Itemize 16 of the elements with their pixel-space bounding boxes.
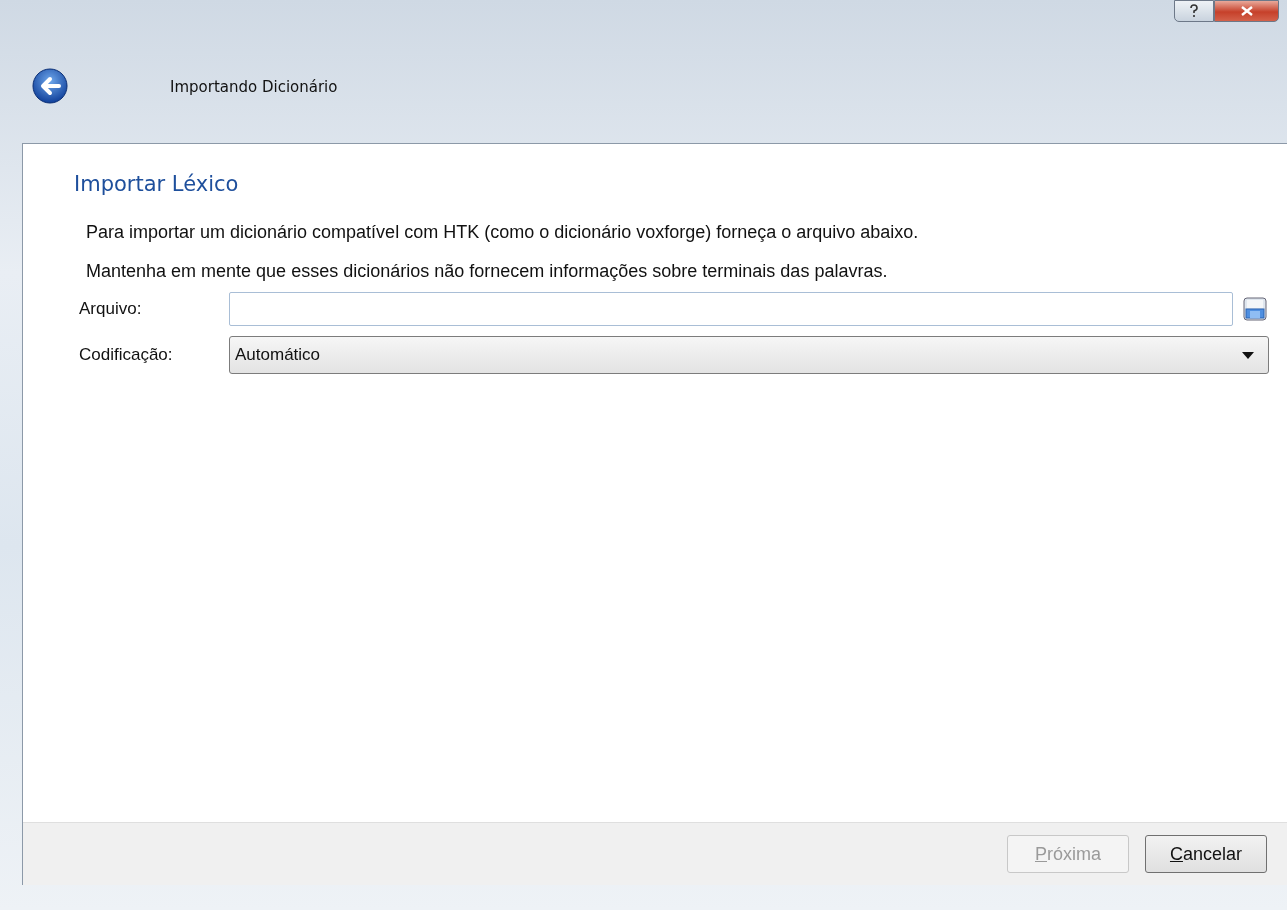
window-title: Importando Dicionário [170, 78, 338, 96]
encoding-dropdown[interactable]: Automático [229, 336, 1269, 374]
help-button[interactable] [1174, 0, 1214, 22]
close-button[interactable] [1214, 0, 1279, 22]
back-button[interactable] [32, 68, 70, 106]
encoding-label: Codificação: [79, 345, 174, 365]
question-mark-icon [1188, 4, 1200, 18]
browse-button[interactable] [1241, 294, 1269, 324]
close-icon [1240, 6, 1253, 16]
cancel-button[interactable]: Cancelar [1145, 835, 1267, 873]
dropdown-arrow-icon [1242, 351, 1254, 359]
file-label: Arquivo: [79, 299, 143, 319]
instruction-text: Mantenha em mente que esses dicionários não fornecem informações sobre terminais das palavras. [86, 261, 889, 282]
instruction-text: Para importar um dicionário compatível com HTK (como o dicionário voxforge) forneça o arquivo abaixo. [86, 222, 920, 243]
page-heading: Importar Léxico [74, 172, 240, 196]
file-field[interactable] [229, 292, 1233, 326]
